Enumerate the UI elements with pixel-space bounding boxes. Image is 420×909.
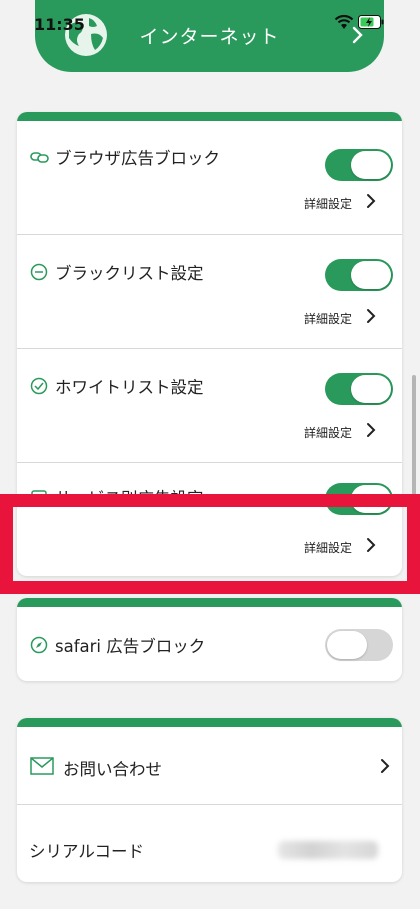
card-accent-bar [17,112,402,121]
page-title: インターネット [139,26,280,48]
blacklist-toggle[interactable] [325,259,393,291]
chevron-right-icon[interactable] [366,537,376,553]
chevron-right-icon[interactable] [366,308,376,324]
detail-settings-link[interactable]: 詳細設定 [304,424,352,441]
mail-icon [30,757,54,775]
row-label: ブラウザ広告ブロック [55,149,220,168]
settings-row-blacklist: ブラックリスト設定 詳細設定 [17,235,402,349]
row-label: サービス別広告設定 [55,489,204,508]
row-label: シリアルコード [29,842,145,861]
safari-ad-block-toggle[interactable] [325,629,393,661]
row-label: お問い合わせ [63,760,162,779]
service-icon [31,490,47,506]
settings-row-service-ads: サービス別広告設定 詳細設定 [17,463,402,576]
browser-ad-block-toggle[interactable] [325,149,393,181]
status-time: 11:35 [34,15,85,34]
info-card: お問い合わせ シリアルコード [17,718,402,882]
chevron-right-icon[interactable] [366,193,376,209]
battery-icon [358,15,384,29]
ad-block-settings-card: ブラウザ広告ブロック 詳細設定 ブラックリスト設定 詳細設定 ホワイトリスト設定… [17,112,402,576]
detail-settings-link[interactable]: 詳細設定 [304,539,352,556]
whitelist-toggle[interactable] [325,373,393,405]
chevron-right-icon[interactable] [366,422,376,438]
safari-card: safari 広告ブロック [17,598,402,681]
row-label: ブラックリスト設定 [55,264,204,283]
settings-row-whitelist: ホワイトリスト設定 詳細設定 [17,349,402,463]
wifi-icon [334,14,354,29]
service-ads-toggle[interactable] [325,483,393,515]
row-label: ホワイトリスト設定 [55,378,204,397]
compass-icon [30,636,48,654]
scrollbar[interactable] [412,375,416,565]
minus-circle-icon [30,263,48,281]
card-accent-bar [17,718,402,727]
detail-settings-link[interactable]: 詳細設定 [304,195,352,212]
card-accent-bar [17,598,402,607]
status-icons [334,14,384,30]
detail-settings-link[interactable]: 詳細設定 [304,310,352,327]
safari-ad-block-row: safari 広告ブロック [17,607,402,681]
serial-code-row: シリアルコード [17,805,402,882]
settings-row-browser-ad-block: ブラウザ広告ブロック 詳細設定 [17,121,402,235]
check-circle-icon [30,377,48,395]
row-label: safari 広告ブロック [55,637,206,656]
chevron-right-icon[interactable] [380,758,390,774]
app-header: インターネット [35,0,384,72]
link-icon [30,152,49,163]
serial-code-value [278,841,378,859]
contact-row[interactable]: お問い合わせ [17,727,402,805]
